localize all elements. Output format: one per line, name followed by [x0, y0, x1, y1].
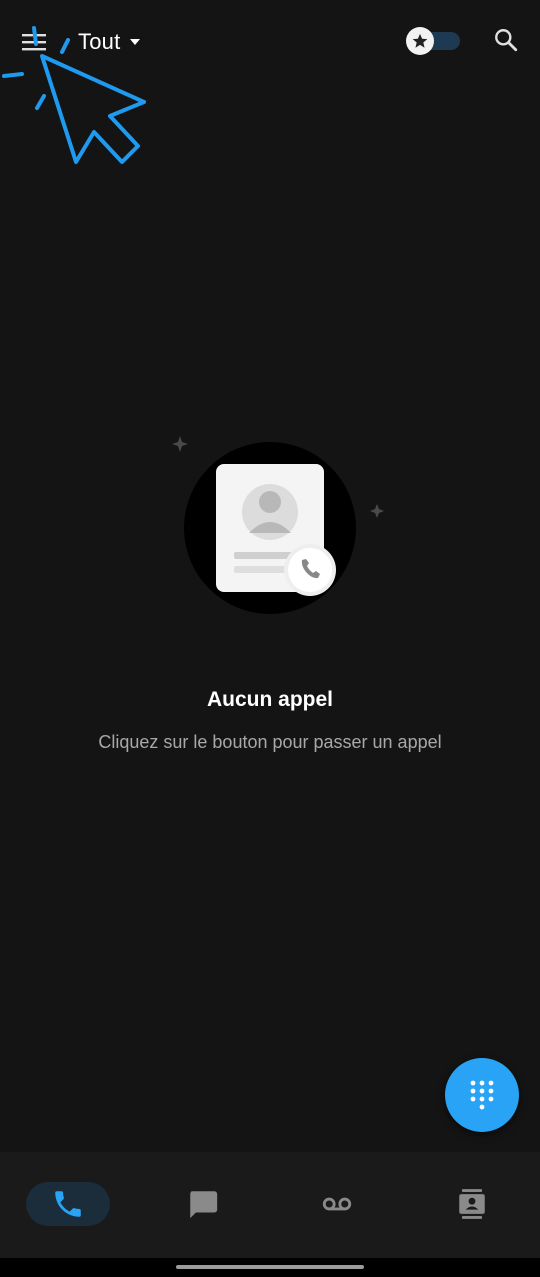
empty-state-subtitle: Cliquez sur le bouton pour passer un app…	[98, 732, 442, 752]
empty-state-title: Aucun appel	[206, 688, 333, 711]
chat-icon	[190, 1191, 218, 1219]
sparkle-icon	[370, 504, 384, 518]
toggle-thumb	[406, 27, 434, 55]
search-button[interactable]	[488, 22, 524, 58]
favorites-toggle[interactable]	[406, 27, 460, 55]
dialpad-button[interactable]	[445, 1058, 519, 1132]
call-filter-dropdown[interactable]: Tout	[78, 26, 142, 58]
search-icon	[495, 29, 518, 52]
star-icon	[412, 33, 428, 48]
voicemail-icon	[322, 1197, 352, 1211]
top-app-bar: Tout	[0, 0, 540, 84]
nav-voicemail[interactable]	[295, 1182, 379, 1226]
hamburger-menu-icon	[22, 34, 46, 51]
nav-contacts[interactable]	[430, 1182, 514, 1226]
home-gesture-bar[interactable]	[176, 1265, 364, 1269]
call-log-screen: Tout Aucun appel Cliquez sur le bouton p…	[0, 0, 540, 1277]
dialpad-icon	[470, 1080, 494, 1110]
nav-messages[interactable]	[161, 1182, 245, 1226]
caret-down-icon	[130, 39, 141, 45]
menu-button[interactable]	[14, 24, 54, 60]
empty-state-illustration	[172, 436, 384, 614]
phone-icon	[55, 1191, 81, 1217]
bottom-navigation	[0, 1152, 540, 1258]
nav-calls[interactable]	[26, 1182, 110, 1226]
contacts-icon	[459, 1189, 485, 1219]
filter-label: Tout	[78, 29, 121, 54]
sparkle-icon	[172, 436, 188, 452]
